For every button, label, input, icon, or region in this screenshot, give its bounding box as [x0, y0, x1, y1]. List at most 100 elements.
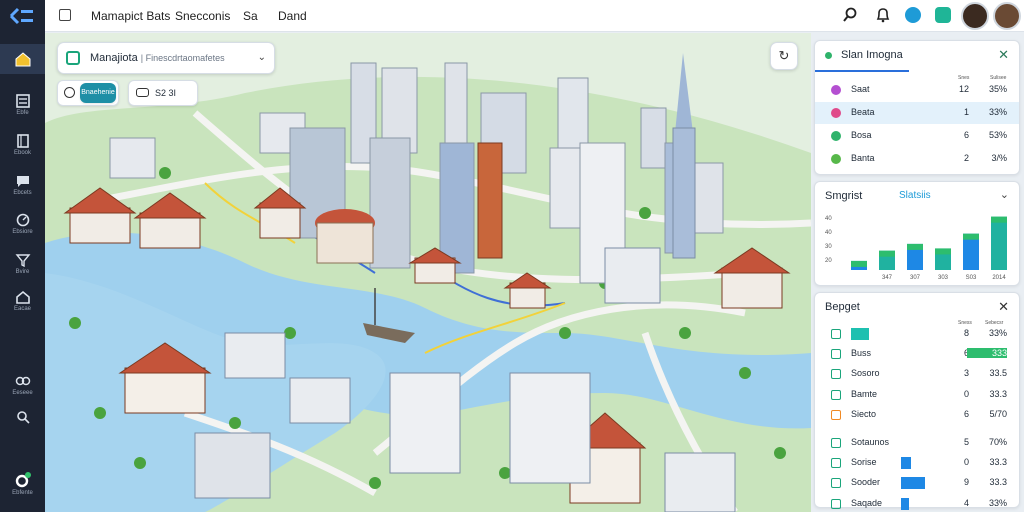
list-item[interactable]: Sooder 9 33.3 — [815, 474, 1019, 492]
panel-tab-underline — [815, 70, 909, 72]
row-value: 0 — [963, 388, 969, 399]
bell-icon[interactable] — [874, 6, 892, 24]
home-icon — [15, 52, 30, 67]
search-title: Manajiota | Finescdrtaomafetes — [90, 52, 225, 64]
list-item[interactable]: Sotaunos 5 70% — [815, 434, 1019, 452]
panel-subtitle: Slatsiis — [899, 190, 931, 201]
close-icon[interactable]: ✕ — [998, 299, 1009, 315]
chat-icon — [16, 176, 29, 187]
menu-item-2[interactable]: Snecconis — [175, 9, 230, 23]
mini-bar — [851, 328, 869, 340]
car-icon — [136, 88, 149, 97]
panel-title: Bepget — [825, 301, 860, 313]
panel-title: Slan Imogna — [841, 49, 903, 61]
chart-bar[interactable] — [991, 216, 1007, 270]
row-percent: 33% — [988, 107, 1007, 117]
row-label: Bosa — [851, 130, 872, 140]
list-item[interactable]: Saqade 4 33% — [815, 495, 1019, 512]
list-item[interactable]: Sao833% — [815, 325, 1019, 343]
menu-item-1[interactable]: Mamapict Bats — [91, 9, 170, 23]
rail-item-label: Eacae — [13, 306, 31, 312]
rail-item-4[interactable]: Ebsiore — [0, 213, 45, 235]
checkbox[interactable] — [831, 349, 841, 360]
x-tick-label: 307 — [910, 275, 921, 281]
building-icon — [15, 290, 30, 304]
row-label: Bamte — [851, 388, 878, 399]
row-percent: 70% — [988, 437, 1007, 447]
chart-bar-cap — [991, 216, 1007, 223]
list-item[interactable]: Beata 1 33% — [815, 102, 1019, 124]
menu-item-4[interactable]: Dand — [278, 9, 307, 23]
checkbox[interactable] — [831, 409, 841, 420]
apps-icon[interactable] — [935, 7, 951, 23]
avatar[interactable] — [961, 2, 989, 30]
category-icon — [831, 131, 841, 141]
document-icon[interactable] — [59, 9, 71, 21]
app-logo-icon[interactable] — [8, 6, 36, 28]
list-item[interactable]: Buss6333 — [815, 345, 1019, 363]
mini-bar — [901, 497, 909, 510]
panel-title: Smgrist — [825, 190, 863, 202]
rail-item-2[interactable]: Ebook — [0, 134, 45, 156]
list-item[interactable]: Sorise 0 33.3 — [815, 454, 1019, 472]
close-icon[interactable]: ✕ — [998, 47, 1009, 63]
avatar[interactable] — [993, 2, 1021, 30]
category-icon — [831, 154, 841, 164]
list-item[interactable]: Bamte 0 33.3 — [815, 386, 1019, 404]
rail-item-7[interactable]: Eeseee — [0, 374, 45, 396]
rail-item-status[interactable]: Ebfente — [0, 472, 45, 496]
chevron-down-icon[interactable]: ⌄ — [258, 52, 266, 63]
search-subtitle: | Finescdrtaomafetes — [140, 53, 225, 63]
checkbox[interactable] — [831, 329, 841, 339]
row-percent: 3/% — [991, 153, 1007, 163]
chart-panel: Smgrist Slatsiis ⌄ 40 40 30 20 347 307 303 S03 2… — [814, 181, 1020, 286]
row-label: Beata — [851, 107, 875, 117]
x-tick-label: 2014 — [992, 275, 1006, 281]
row-percent: 5/70 — [989, 408, 1007, 419]
checkbox[interactable] — [831, 389, 841, 400]
list-item[interactable]: Siecto 6 5/70 — [815, 406, 1019, 424]
rail-item-3[interactable]: Ebcets — [0, 174, 45, 196]
checkbox[interactable] — [831, 458, 841, 469]
rail-item-6[interactable]: Eacae — [0, 290, 45, 312]
row-value: 6 — [963, 408, 969, 419]
time-filter-button[interactable]: Bnaehenie — [57, 80, 119, 106]
row-label: Banta — [851, 153, 875, 163]
row-label: Sotaunos — [851, 437, 890, 447]
mini-bar — [901, 477, 925, 490]
row-value: 12 — [958, 84, 969, 94]
search-icon[interactable] — [841, 6, 859, 24]
checkbox[interactable] — [831, 369, 841, 380]
book-icon — [16, 134, 29, 148]
checkbox[interactable] — [831, 438, 841, 448]
camera-button[interactable]: S2 3I — [128, 80, 198, 106]
row-value: 1 — [963, 107, 969, 117]
rail-item-1[interactable]: Ebfe — [0, 94, 45, 116]
y-tick-label: 20 — [825, 258, 832, 264]
list-item[interactable]: Sosoro 3 33.5 — [815, 365, 1019, 383]
layer-mode-button[interactable]: Bnaehenie — [80, 83, 116, 103]
row-label: Sooder — [851, 477, 881, 488]
rail-item-label: Ebfente — [12, 490, 33, 496]
help-icon[interactable] — [905, 7, 921, 23]
row-value: 9 — [963, 477, 969, 488]
left-rail: Ebfe Ebook Ebcets Ebsiore Bvire Eacae Ee… — [0, 0, 45, 512]
chevron-down-icon[interactable]: ⌄ — [1000, 188, 1009, 201]
location-search-box[interactable]: Manajiota | Finescdrtaomafetes ⌄ — [57, 42, 275, 74]
list-item[interactable]: Saat 12 35% — [815, 79, 1019, 101]
rail-home-button[interactable] — [0, 44, 45, 74]
gauge-icon — [16, 213, 29, 227]
chart-bar-cap — [907, 243, 923, 250]
x-tick-label: 303 — [938, 275, 949, 281]
list-item[interactable]: Banta 2 3/% — [815, 148, 1019, 170]
rail-item-label: Ebook — [13, 150, 31, 156]
rail-item-8[interactable] — [0, 410, 45, 424]
checkbox[interactable] — [831, 498, 841, 509]
rail-item-5[interactable]: Bvire — [0, 253, 45, 275]
menu-item-3[interactable]: Sa — [243, 9, 258, 23]
list-item[interactable]: Bosa 6 53% — [815, 125, 1019, 147]
rotate-view-button[interactable]: ↻ — [770, 42, 798, 70]
rail-item-label: Ebcets — [13, 190, 32, 196]
row-label: Buss — [851, 348, 872, 359]
checkbox[interactable] — [831, 478, 841, 489]
